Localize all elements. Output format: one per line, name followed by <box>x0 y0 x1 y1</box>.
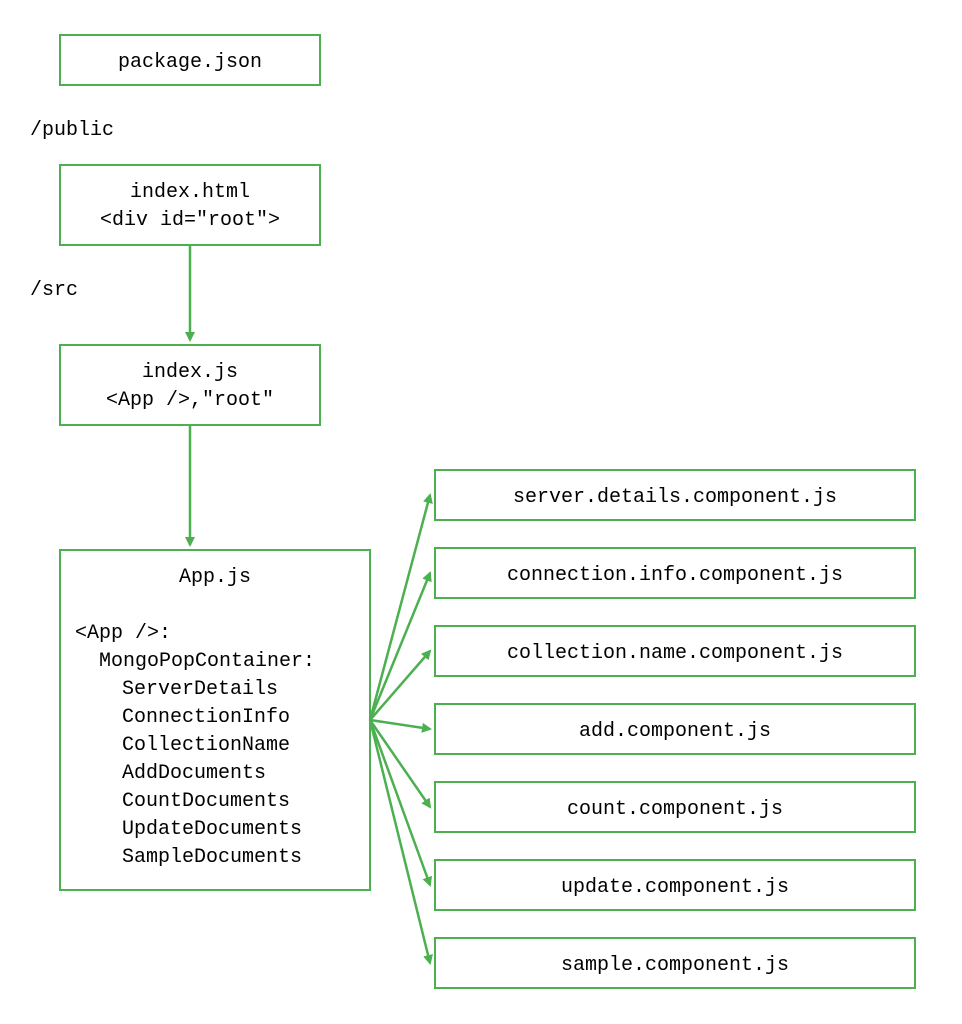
node-index-html: index.html <div id="root"> <box>60 165 320 245</box>
node-component-1: connection.info.component.js <box>435 548 915 598</box>
arrow-to-component-5 <box>370 720 430 885</box>
node-component-0: server.details.component.js <box>435 470 915 520</box>
index-html-line2: <div id="root"> <box>100 209 280 232</box>
app-js-item-4: CountDocuments <box>122 790 290 813</box>
app-js-app-line: <App />: <box>75 622 171 645</box>
app-js-item-3: AddDocuments <box>122 762 266 785</box>
arrow-to-component-1 <box>370 573 430 720</box>
component-3-label: add.component.js <box>579 720 771 743</box>
package-json-label: package.json <box>118 51 262 74</box>
app-js-item-2: CollectionName <box>122 734 290 757</box>
node-component-2: collection.name.component.js <box>435 626 915 676</box>
node-app-js: App.js <App />: MongoPopContainer: Serve… <box>60 550 370 890</box>
arrow-to-component-3 <box>370 720 430 729</box>
node-component-3: add.component.js <box>435 704 915 754</box>
app-js-title: App.js <box>179 566 251 589</box>
index-js-line2: <App />,"root" <box>106 389 274 412</box>
app-js-item-5: UpdateDocuments <box>122 818 302 841</box>
component-5-label: update.component.js <box>561 876 789 899</box>
app-js-item-6: SampleDocuments <box>122 846 302 869</box>
node-index-js: index.js <App />,"root" <box>60 345 320 425</box>
node-package-json: package.json <box>60 35 320 85</box>
app-js-container-line: MongoPopContainer: <box>75 650 315 673</box>
component-4-label: count.component.js <box>567 798 783 821</box>
component-0-label: server.details.component.js <box>513 486 837 509</box>
app-js-item-1: ConnectionInfo <box>122 706 290 729</box>
src-folder-label: /src <box>30 279 78 302</box>
arrow-to-component-6 <box>370 720 430 963</box>
arrow-to-component-4 <box>370 720 430 807</box>
node-component-6: sample.component.js <box>435 938 915 988</box>
diagram-canvas: package.json /public index.html <div id=… <box>0 0 962 1024</box>
component-2-label: collection.name.component.js <box>507 642 843 665</box>
public-folder-label: /public <box>30 119 114 142</box>
index-js-line1: index.js <box>142 361 238 384</box>
app-js-item-0: ServerDetails <box>122 678 278 701</box>
node-component-5: update.component.js <box>435 860 915 910</box>
node-component-4: count.component.js <box>435 782 915 832</box>
component-1-label: connection.info.component.js <box>507 564 843 587</box>
index-html-line1: index.html <box>130 181 250 204</box>
component-6-label: sample.component.js <box>561 954 789 977</box>
